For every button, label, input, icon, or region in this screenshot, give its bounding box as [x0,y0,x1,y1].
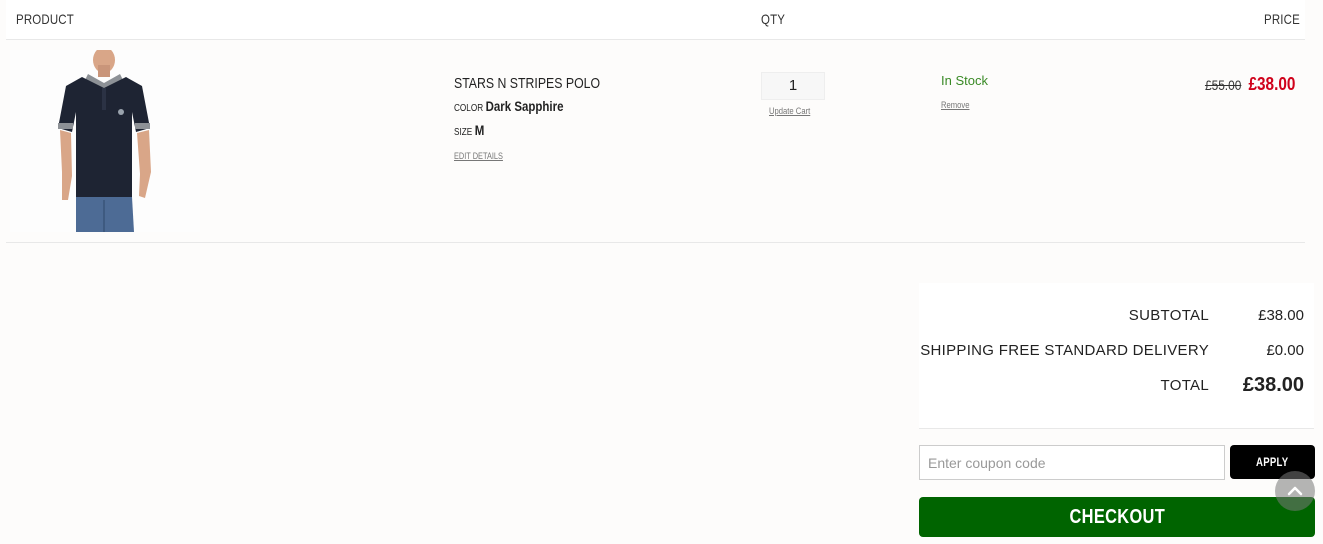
item-price: £55.00 £38.00 [1205,74,1295,95]
checkout-button[interactable]: CHECKOUT [919,497,1315,537]
cart-page: PRODUCT QTY PRICE STARS N STRIPES POLO C… [0,0,1323,544]
cart-table-header: PRODUCT QTY PRICE [6,0,1305,40]
header-product: PRODUCT [16,11,74,27]
product-name[interactable]: STARS N STRIPES POLO [454,75,600,92]
subtotal-label: SUBTOTAL [1128,307,1209,324]
quantity-input[interactable]: 1 [761,72,825,100]
chevron-up-icon [1287,486,1303,496]
product-color: COLOR Dark Sapphire [454,98,563,114]
shipping-value: £0.00 [1266,342,1304,359]
cart-item-row: STARS N STRIPES POLO COLOR Dark Sapphire … [6,40,1305,243]
checkout-label: CHECKOUT [1069,506,1165,528]
color-value: Dark Sapphire [485,98,564,114]
total-value: £38.00 [1242,374,1304,396]
stock-status: In Stock [941,73,988,88]
coupon-code-input[interactable] [919,445,1225,480]
polo-shirt-model-image [10,50,200,232]
product-size: SIZE M [454,122,484,138]
order-summary: SUBTOTAL £38.00 SHIPPING FREE STANDARD D… [919,283,1314,429]
update-cart-link[interactable]: Update Cart [769,106,810,116]
remove-link[interactable]: Remove [941,100,969,110]
product-image[interactable] [10,50,200,232]
size-label: SIZE [454,127,473,138]
color-label: COLOR [454,103,484,114]
shipping-label: SHIPPING FREE STANDARD DELIVERY [920,342,1209,359]
sale-price: £38.00 [1248,74,1295,94]
header-price: PRICE [1264,11,1300,27]
header-qty: QTY [761,11,786,27]
scroll-to-top-button[interactable] [1275,471,1315,511]
subtotal-value: £38.00 [1258,307,1304,324]
size-value: M [474,122,485,138]
edit-details-link[interactable]: EDIT DETAILS [454,151,503,161]
total-label: TOTAL [1160,377,1209,394]
original-price: £55.00 [1204,77,1242,93]
